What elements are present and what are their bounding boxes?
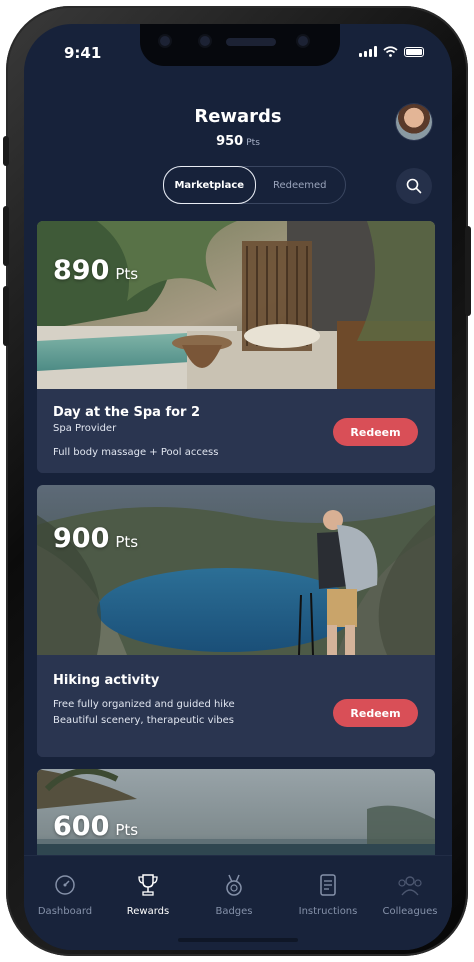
signal-icon [359,46,377,57]
reward-points: 890 Pts [53,255,138,286]
tab-bar: Dashboard Rewards Badges Instructions Co… [24,855,452,950]
phone-frame: 9:41 Rewards 950 Pts Marketplace Redeemed [3,6,471,956]
points-value: 900 [53,523,110,554]
mute-switch [3,136,9,166]
volume-up-button [3,206,9,266]
tab-marketplace[interactable]: Marketplace [163,166,256,204]
battery-icon [404,46,424,57]
power-button [465,226,471,316]
camera-dot [200,36,210,46]
points-balance: 950 Pts [24,134,452,149]
tab-instructions[interactable]: Instructions [286,872,370,917]
volume-down-button [3,286,9,346]
reward-description: Full body massage + Pool access [53,447,219,458]
notch [140,24,340,66]
reward-title: Hiking activity [53,673,160,688]
people-icon [398,876,422,896]
instructions-icon [320,874,336,896]
status-icons [359,46,424,57]
home-indicator [178,938,298,942]
reward-points: 900 Pts [53,523,138,554]
points-unit: Pts [115,821,139,839]
speaker-grille [226,38,276,46]
reward-card[interactable]: 900 Pts Hiking activity Free fully organi… [37,485,435,757]
points-unit: Pts [246,138,260,148]
points-value: 890 [53,255,110,286]
points-unit: Pts [115,533,139,551]
page-title: Rewards [194,106,282,127]
tab-rewards[interactable]: Rewards [106,872,190,917]
points-value: 600 [53,811,110,842]
tab-colleagues[interactable]: Colleagues [368,872,452,917]
app-screen: 9:41 Rewards 950 Pts Marketplace Redeemed [24,24,452,950]
reward-points: 600 Pts [53,811,138,842]
reward-provider: Spa Provider [53,423,117,434]
tab-label: Badges [215,906,253,917]
tab-badges[interactable]: Badges [192,872,276,917]
segment-control: Marketplace Redeemed [163,166,346,204]
tab-label: Dashboard [37,906,93,917]
gauge-icon [55,875,75,895]
tab-label: Rewards [126,906,170,917]
reward-description: Free fully organized and guided hike [53,699,235,710]
search-icon [406,178,422,194]
redeem-button[interactable]: Redeem [333,699,418,727]
card-body: Day at the Spa for 2 Spa Provider Full b… [37,389,435,473]
card-body: Hiking activity Free fully organized and… [37,655,435,757]
tab-label: Colleagues [382,906,438,917]
trophy-icon [138,874,158,896]
reward-title: Day at the Spa for 2 [53,405,201,420]
points-unit: Pts [115,265,139,283]
medal-icon [226,874,242,896]
hiking-image [37,485,435,655]
reward-description: Beautiful scenery, therapeutic vibes [53,715,235,726]
sensor-dot [160,36,170,46]
reward-card[interactable]: 890 Pts Day at the Spa for 2 Spa Provider… [37,221,435,473]
points-value: 950 [216,134,244,149]
status-time: 9:41 [64,44,102,62]
tab-redeemed[interactable]: Redeemed [255,167,346,203]
wifi-icon [383,46,398,57]
search-button[interactable] [396,168,432,204]
tab-label: Instructions [298,906,358,917]
spa-image [37,221,435,389]
tab-dashboard[interactable]: Dashboard [24,872,107,917]
sensor-dot [298,36,308,46]
redeem-button[interactable]: Redeem [333,418,418,446]
avatar[interactable] [396,104,432,140]
